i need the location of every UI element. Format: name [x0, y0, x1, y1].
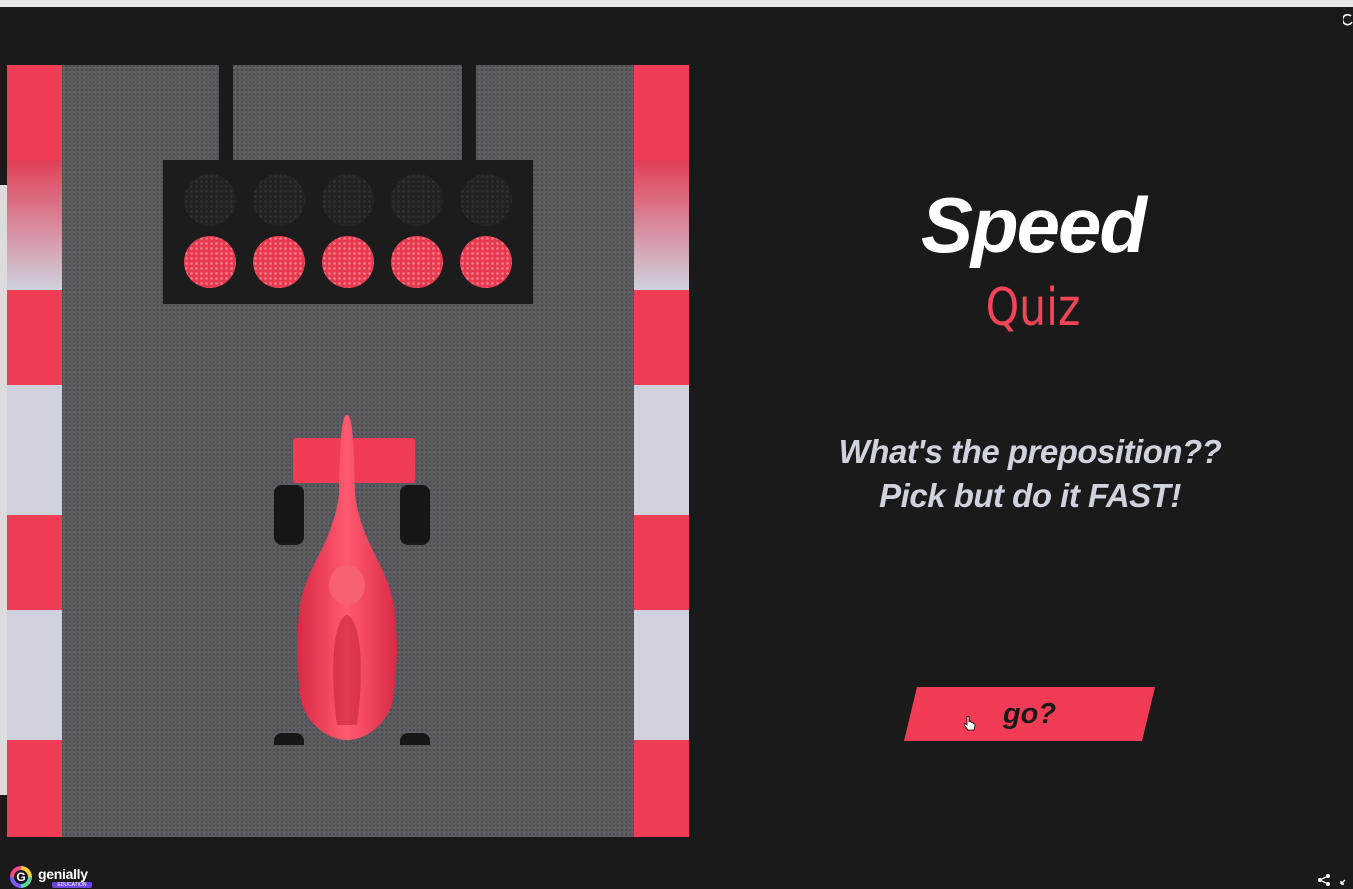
genially-logo-text: genially — [38, 866, 88, 882]
game-title-speed: Speed — [920, 181, 1147, 269]
instructions-line-2: Pick but do it FAST! — [879, 477, 1181, 514]
gantry-post-left — [219, 65, 233, 162]
instructions-line-1: What's the preposition?? — [838, 433, 1222, 470]
gantry-post-right — [462, 65, 476, 162]
go-start-button[interactable]: go? — [904, 687, 1155, 741]
start-light-top-1 — [184, 174, 236, 226]
genially-logo[interactable]: G genially EDUCATION — [10, 866, 120, 888]
race-track-illustration — [7, 65, 689, 837]
hand-pointer-icon — [963, 716, 976, 731]
page-left-edge — [0, 185, 7, 795]
game-title-quiz: Quiz — [985, 278, 1081, 338]
refresh-icon[interactable] — [1343, 12, 1353, 28]
start-light-top-3 — [322, 174, 374, 226]
race-car-illustration — [274, 415, 430, 745]
browser-top-edge — [0, 0, 1353, 7]
start-light-bottom-3 — [322, 236, 374, 288]
expand-icon[interactable] — [1340, 873, 1352, 885]
start-light-bottom-5 — [460, 236, 512, 288]
starting-lights-panel — [163, 160, 533, 304]
start-light-bottom-2 — [253, 236, 305, 288]
start-light-top-5 — [460, 174, 512, 226]
start-light-bottom-4 — [391, 236, 443, 288]
start-light-top-4 — [391, 174, 443, 226]
left-curb — [7, 65, 62, 837]
share-icon[interactable] — [1317, 873, 1331, 887]
start-light-bottom-1 — [184, 236, 236, 288]
right-curb — [634, 65, 689, 837]
go-button-label: go? — [1002, 698, 1057, 730]
game-instructions: What's the preposition?? Pick but do it … — [810, 430, 1250, 518]
start-light-top-2 — [253, 174, 305, 226]
genially-education-badge: EDUCATION — [52, 882, 92, 888]
